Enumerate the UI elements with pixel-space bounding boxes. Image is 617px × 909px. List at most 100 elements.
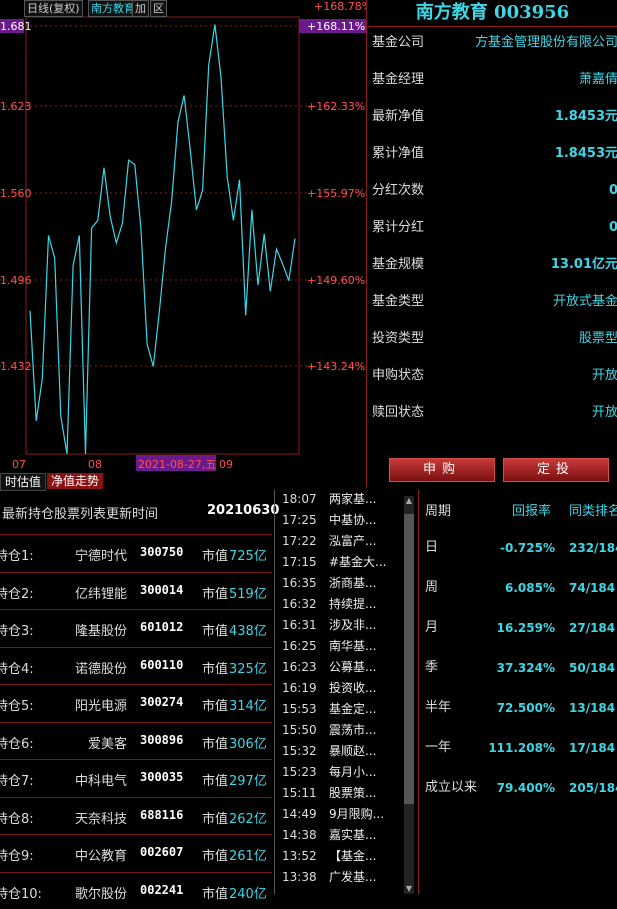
scroll-down-icon[interactable]: ▼	[404, 884, 414, 894]
info-value: 方基金管理股份有限公司	[474, 35, 617, 50]
news-time: 13:52	[282, 849, 317, 863]
return-period: 日	[425, 540, 439, 555]
news-item[interactable]: 15:23 每月小...	[275, 762, 407, 783]
holding-mv: 725亿	[229, 549, 267, 564]
holding-row[interactable]: 持仓4: 诺德股份 600110 市值 325亿	[0, 646, 272, 684]
news-item[interactable]: 13:52 【基金...	[275, 846, 407, 867]
holding-row[interactable]: 持仓3: 隆基股份 601012 市值 438亿	[0, 609, 272, 646]
holding-rank: 持仓8:	[0, 811, 34, 827]
info-value: 股票型	[578, 331, 617, 346]
news-item[interactable]: 16:31 涉及非...	[275, 615, 407, 636]
holding-row[interactable]: 持仓1: 宁德时代 300750 市值 725亿	[0, 534, 272, 571]
news-item[interactable]: 14:38 嘉实基...	[275, 825, 407, 846]
return-rate: 72.500%	[496, 701, 555, 715]
news-title[interactable]: 公募基...	[329, 657, 376, 678]
news-item[interactable]: 16:35 浙商基...	[275, 573, 407, 594]
news-title[interactable]: 泓富产...	[329, 531, 376, 552]
scroll-thumb[interactable]	[404, 514, 414, 804]
news-title[interactable]: 浙商基...	[329, 573, 376, 594]
holding-name[interactable]: 天奈科技	[75, 808, 127, 827]
news-time: 16:19	[282, 681, 317, 695]
news-item[interactable]: 15:50 震荡市...	[275, 720, 407, 741]
news-item[interactable]: 15:11 股票策...	[275, 783, 407, 804]
news-item[interactable]: 13:38 广发基...	[275, 867, 407, 888]
nav-line-chart[interactable]: 1.681 +168.11% 1.623 +162.33% 1.560 +155.97% 1…	[0, 0, 366, 490]
return-rank: 27/184	[569, 621, 616, 635]
info-label: 基金公司	[372, 35, 425, 50]
tab-range[interactable]: 区	[150, 0, 167, 17]
holding-row[interactable]: 持仓8: 天奈科技 688116 市值 262亿	[0, 796, 272, 834]
tab-realtime-estimate[interactable]: 时估值	[0, 473, 47, 491]
nav-series-line	[29, 24, 296, 455]
news-title[interactable]: 【基金...	[329, 846, 376, 867]
news-title[interactable]: 涉及非...	[329, 615, 376, 636]
return-period: 季	[425, 660, 439, 675]
news-title[interactable]: #基金大...	[329, 552, 387, 573]
tab-add[interactable]: 加	[132, 0, 149, 17]
info-label: 基金类型	[372, 294, 425, 309]
news-title[interactable]: 9月限购...	[329, 804, 384, 825]
holding-mv-label: 市值	[202, 624, 229, 639]
news-item[interactable]: 17:15 #基金大...	[275, 552, 407, 573]
news-item[interactable]: 15:32 暴顺赵...	[275, 741, 407, 762]
fund-title: 南方教育 003956	[367, 0, 617, 27]
holding-name[interactable]: 宁德时代	[75, 545, 127, 564]
news-item[interactable]: 16:23 公募基...	[275, 657, 407, 678]
info-value: 1.8453元	[554, 109, 617, 124]
news-title[interactable]: 基金定...	[329, 699, 376, 720]
news-title[interactable]: 广发基...	[329, 867, 376, 888]
fund-info-panel: 南方教育 003956 基金公司 方基金管理股份有限公司 基金经理 萧嘉倩 最新净值 1.…	[366, 0, 617, 488]
news-title[interactable]: 暴顺赵...	[329, 741, 376, 762]
holding-name[interactable]: 歌尔股份	[75, 883, 127, 902]
holding-rank: 持仓3:	[0, 624, 34, 639]
news-time: 15:50	[282, 723, 317, 737]
news-item[interactable]: 14:49 9月限购...	[275, 804, 407, 825]
chart-frame	[25, 16, 300, 455]
fixed-invest-button[interactable]: 定投	[503, 458, 609, 482]
tab-daily-adjusted[interactable]: 日线(复权)	[24, 0, 83, 17]
subscribe-button[interactable]: 申购	[389, 458, 495, 482]
news-scrollbar[interactable]: ▲ ▼	[404, 496, 414, 894]
holding-rank: 持仓7:	[0, 774, 34, 789]
tab-nav-trend[interactable]: 净值走势	[47, 473, 104, 489]
holding-name[interactable]: 中公教育	[75, 845, 127, 864]
holding-mv-label: 市值	[202, 811, 229, 827]
holding-row[interactable]: 持仓9: 中公教育 002607 市值 261亿	[0, 834, 272, 871]
news-item[interactable]: 18:07 两家基...	[275, 489, 407, 510]
holding-mv-label: 市值	[202, 886, 229, 902]
news-item[interactable]: 15:53 基金定...	[275, 699, 407, 720]
returns-panel: 周期 回报率 同类排名 日 -0.725% 232/184 周 6.085% 74/184…	[418, 490, 617, 894]
holding-row[interactable]: 持仓5: 阳光电源 300274 市值 314亿	[0, 684, 272, 721]
holding-rank: 持仓1:	[0, 549, 34, 564]
news-title[interactable]: 两家基...	[329, 489, 376, 510]
right-axis-label: +168.11%	[307, 20, 365, 33]
news-title[interactable]: 投资收...	[329, 678, 376, 699]
holding-name[interactable]: 阳光电源	[75, 695, 127, 714]
holding-row[interactable]: 持仓10: 歌尔股份 002241 市值 240亿	[0, 871, 272, 909]
news-item[interactable]: 16:32 持续提...	[275, 594, 407, 615]
holding-name[interactable]: 隆基股份	[75, 620, 127, 639]
holding-name[interactable]: 诺德股份	[75, 658, 127, 677]
holding-name[interactable]: 爱美客	[88, 733, 127, 752]
news-title[interactable]: 南华基...	[329, 636, 376, 657]
holding-name[interactable]: 亿纬锂能	[75, 583, 127, 602]
scroll-up-icon[interactable]: ▲	[404, 496, 414, 506]
holding-code: 002607	[140, 845, 184, 859]
right-axis-label: +155.97%	[307, 187, 365, 200]
news-title[interactable]: 震荡市...	[329, 720, 376, 741]
news-title[interactable]: 每月小...	[329, 762, 376, 783]
holding-row[interactable]: 持仓6: 爱美客 300896 市值 306亿	[0, 721, 272, 759]
news-title[interactable]: 持续提...	[329, 594, 376, 615]
news-title[interactable]: 嘉实基...	[329, 825, 376, 846]
news-item[interactable]: 17:22 泓富产...	[275, 531, 407, 552]
news-title[interactable]: 股票策...	[329, 783, 376, 804]
news-item[interactable]: 16:19 投资收...	[275, 678, 407, 699]
news-title[interactable]: 中基协...	[329, 510, 376, 531]
holding-name[interactable]: 中科电气	[75, 770, 127, 789]
holding-row[interactable]: 持仓2: 亿纬锂能 300014 市值 519亿	[0, 571, 272, 609]
tab-fund-name[interactable]: 南方教育	[88, 0, 138, 17]
news-item[interactable]: 16:25 南华基...	[275, 636, 407, 657]
holding-row[interactable]: 持仓7: 中科电气 300035 市值 297亿	[0, 759, 272, 796]
holding-mv: 261亿	[229, 849, 267, 864]
news-item[interactable]: 17:25 中基协...	[275, 510, 407, 531]
